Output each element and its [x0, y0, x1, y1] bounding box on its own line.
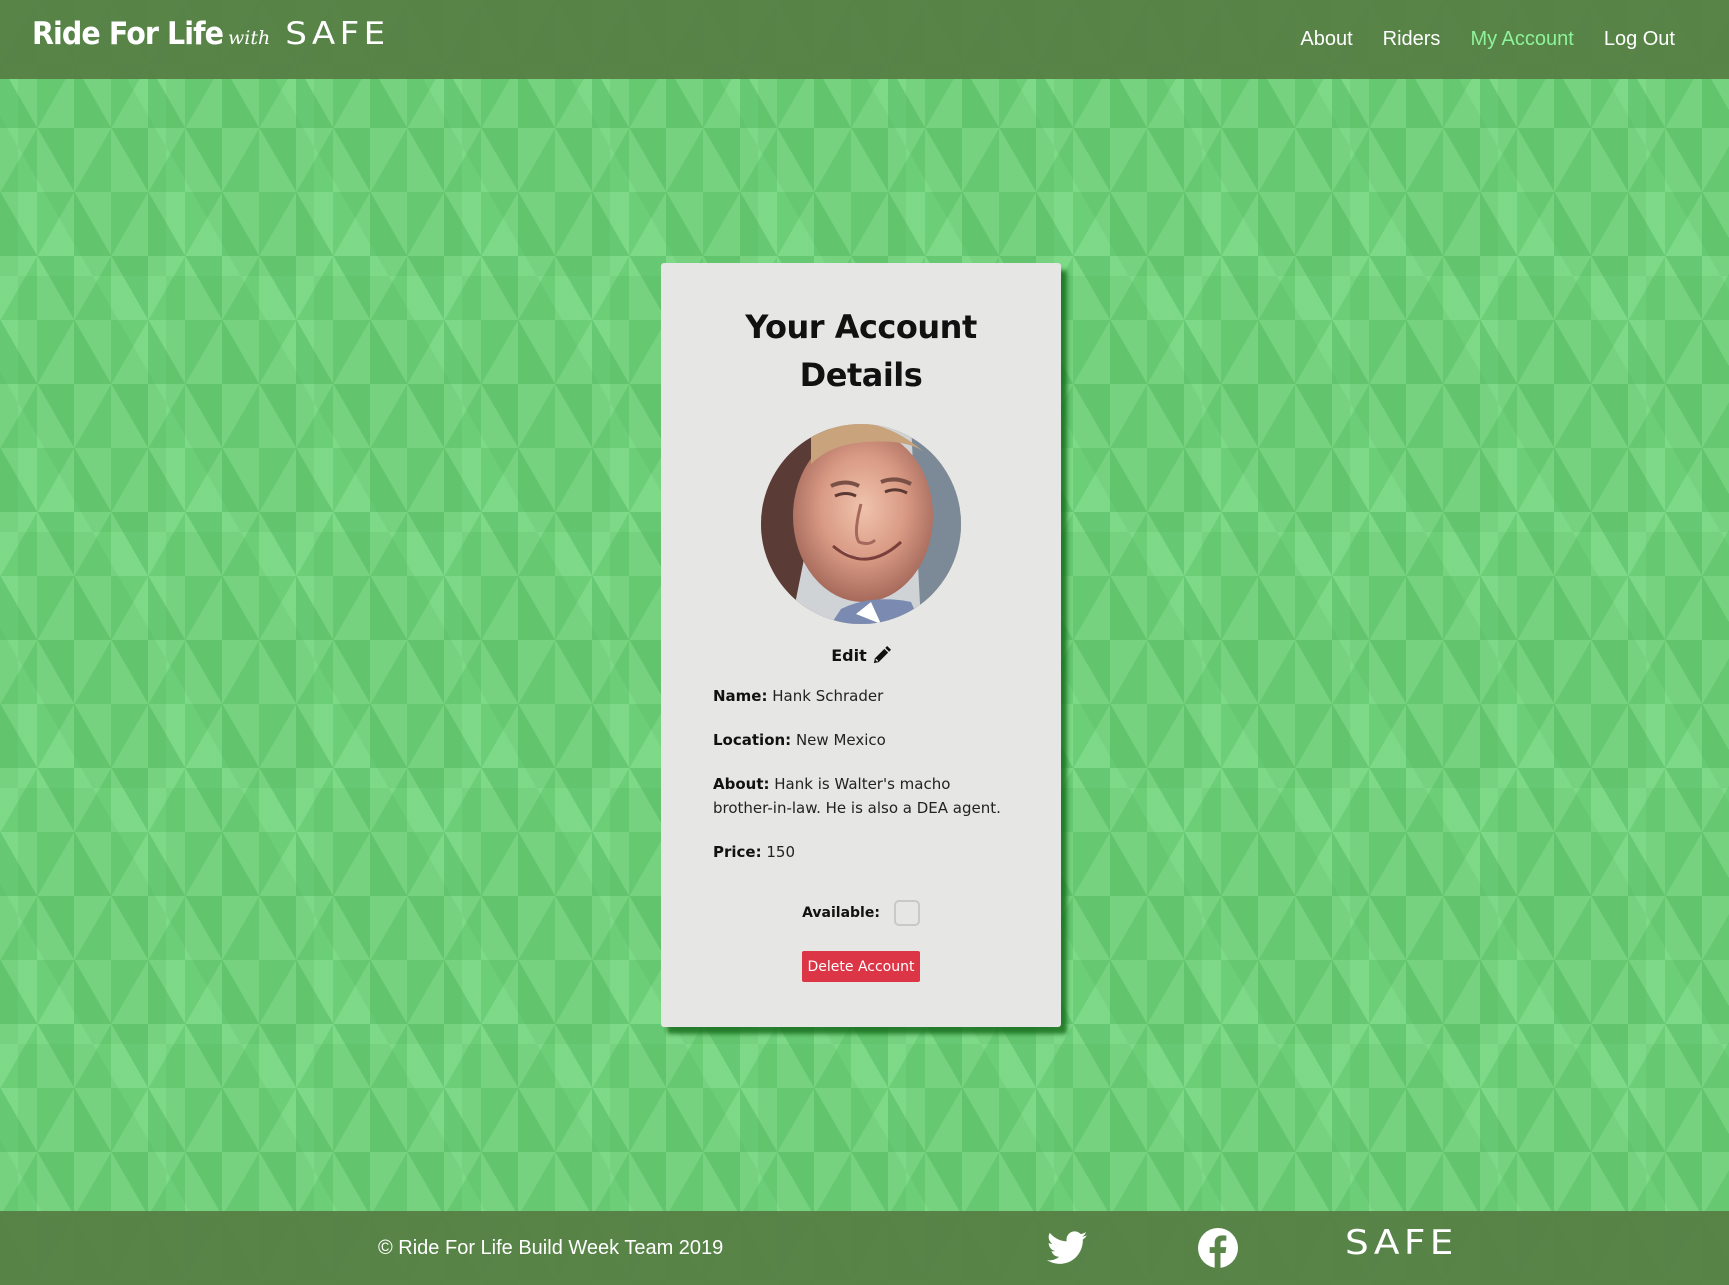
brand-logo[interactable]: Ride For Life with SAFE	[32, 16, 385, 64]
brand-with: with	[228, 27, 271, 49]
price-value: 150	[766, 843, 796, 861]
about-field: About: Hank is Walter's macho brother-in…	[713, 772, 1003, 820]
available-label: Available:	[802, 905, 880, 921]
about-label: About:	[713, 775, 770, 793]
brand-safe-logo: SAFE	[285, 16, 390, 52]
nav-about[interactable]: About	[1300, 28, 1352, 51]
nav-log-out[interactable]: Log Out	[1604, 28, 1675, 51]
site-footer: © Ride For Life Build Week Team 2019 SAF…	[0, 1211, 1729, 1285]
main-nav: About Riders My Account Log Out	[1270, 0, 1675, 79]
available-checkbox[interactable]	[893, 900, 920, 926]
copyright-text: © Ride For Life Build Week Team 2019	[378, 1236, 724, 1259]
name-label: Name:	[713, 687, 768, 705]
avatar	[761, 424, 961, 624]
edit-button[interactable]: Edit	[831, 646, 891, 665]
nav-my-account[interactable]: My Account	[1470, 28, 1573, 51]
location-value: New Mexico	[795, 731, 886, 749]
avatar-photo	[761, 424, 961, 624]
facebook-icon[interactable]	[1198, 1228, 1238, 1268]
delete-account-button[interactable]: Delete Account	[802, 951, 920, 982]
available-row: Available:	[661, 900, 1061, 926]
price-label: Price:	[713, 843, 762, 861]
location-field: Location: New Mexico	[713, 728, 1013, 752]
nav-riders[interactable]: Riders	[1383, 28, 1441, 51]
title-line-2: Details	[799, 356, 923, 394]
page-title: Your Account Details	[661, 303, 1061, 399]
site-header: Ride For Life with SAFE About Riders My …	[0, 0, 1729, 79]
edit-label: Edit	[831, 646, 867, 665]
title-line-1: Your Account	[745, 308, 977, 346]
brand-title: Ride For Life	[32, 16, 224, 52]
twitter-icon[interactable]	[1047, 1230, 1087, 1266]
pencil-icon	[873, 646, 891, 664]
name-field: Name: Hank Schrader	[713, 684, 1013, 708]
location-label: Location:	[713, 731, 792, 749]
name-value: Hank Schrader	[772, 687, 884, 705]
account-card: Your Account Details Edit Name: Hank Sch…	[661, 263, 1061, 1027]
edit-row: Edit	[661, 646, 1061, 665]
footer-safe-logo[interactable]: SAFE	[1345, 1223, 1458, 1263]
price-field: Price: 150	[713, 840, 1013, 864]
